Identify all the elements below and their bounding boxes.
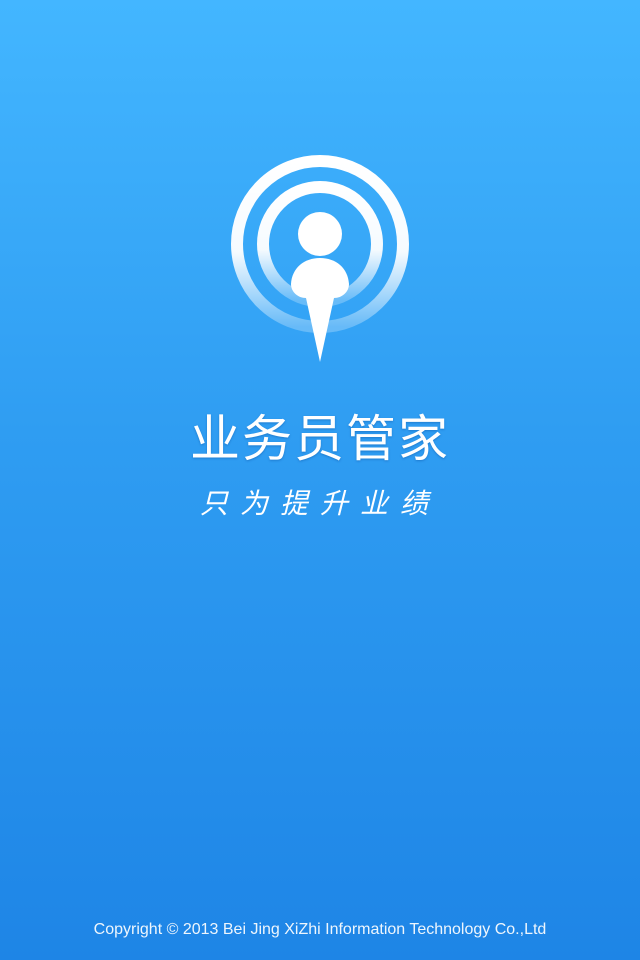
user-location-pin-icon xyxy=(228,152,412,364)
copyright-text: Copyright © 2013 Bei Jing XiZhi Informat… xyxy=(93,921,547,938)
app-title: 业务员管家 xyxy=(190,410,450,468)
splash-screen: 业务员管家 只为提升业绩 Copyright © 2013 Bei Jing X… xyxy=(0,0,640,960)
app-slogan: 只为提升业绩 xyxy=(199,487,440,520)
